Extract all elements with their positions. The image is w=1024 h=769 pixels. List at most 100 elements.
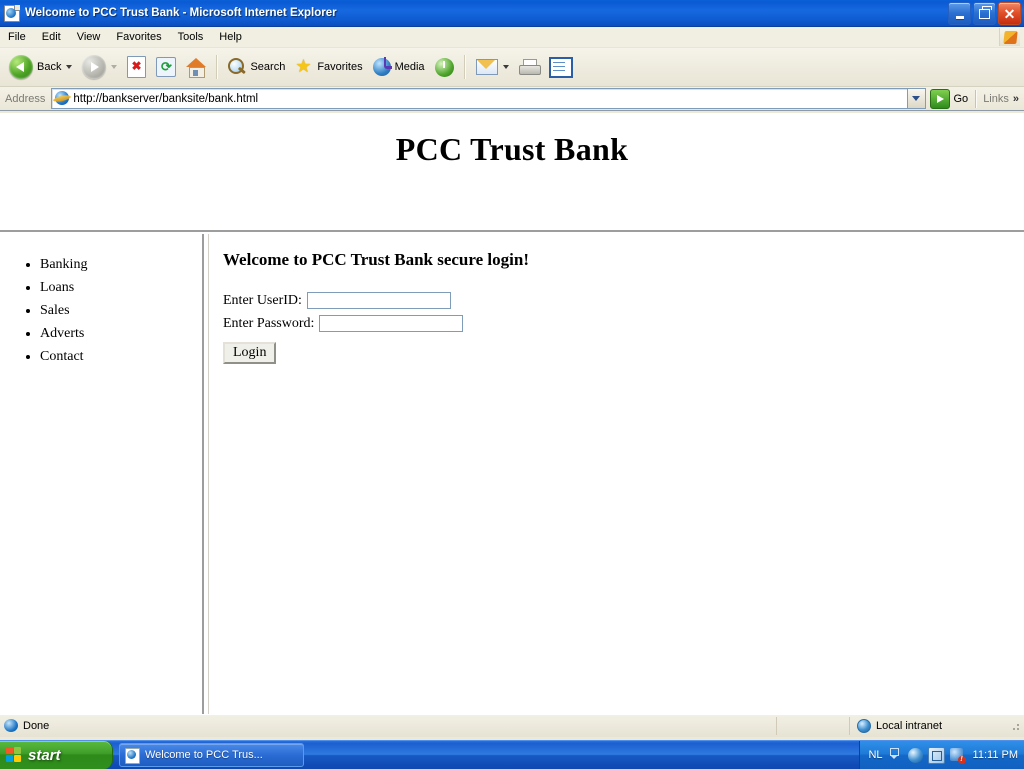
- back-button-label: Back: [37, 61, 62, 73]
- close-button[interactable]: ✕: [998, 2, 1021, 25]
- nav-link-adverts[interactable]: Adverts: [40, 326, 84, 341]
- page-viewport: PCC Trust Bank Banking Loans Sales Adver…: [0, 113, 1024, 714]
- start-button-label: start: [28, 746, 61, 764]
- history-button[interactable]: [430, 50, 459, 84]
- ie-document-icon: [4, 5, 20, 22]
- taskbar-clock[interactable]: 11:11 PM: [973, 749, 1018, 761]
- media-button-label: Media: [394, 61, 425, 73]
- nav-link-loans[interactable]: Loans: [40, 280, 74, 295]
- language-code: NL: [868, 749, 883, 761]
- address-url-text: http://bankserver/banksite/bank.html: [73, 92, 259, 105]
- home-icon: [186, 58, 207, 78]
- system-tray: NL ! 11:11 PM: [859, 741, 1024, 769]
- back-arrow-icon: [9, 55, 33, 79]
- print-icon: [518, 59, 541, 75]
- menu-item-file[interactable]: File: [0, 29, 34, 45]
- banner-frame: PCC Trust Bank: [0, 113, 1024, 232]
- back-button[interactable]: Back: [4, 50, 77, 84]
- edit-button[interactable]: [544, 50, 578, 84]
- navigation-toolbar: Back ✖ ⟳ Search ★ Favorites Media: [0, 48, 1024, 87]
- nav-item-sales[interactable]: Sales: [40, 302, 202, 321]
- favorites-button[interactable]: ★ Favorites: [290, 50, 367, 84]
- minimize-icon: [955, 15, 964, 19]
- ie-favicon: [54, 91, 70, 106]
- nav-link-contact[interactable]: Contact: [40, 349, 84, 364]
- search-button[interactable]: Search: [223, 50, 290, 84]
- main-content-frame: Welcome to PCC Trust Bank secure login! …: [208, 234, 1024, 714]
- menu-item-help[interactable]: Help: [211, 29, 250, 45]
- submit-row: Login: [223, 338, 1024, 364]
- refresh-icon: ⟳: [156, 57, 177, 77]
- nav-list: Banking Loans Sales Adverts Contact: [0, 234, 202, 366]
- links-label[interactable]: Links: [977, 93, 1013, 105]
- taskbar-item-ie[interactable]: Welcome to PCC Trus...: [119, 743, 304, 767]
- title-bar: Welcome to PCC Trust Bank - Microsoft In…: [0, 0, 1024, 27]
- ie-document-icon: [4, 719, 19, 733]
- mail-button[interactable]: [471, 50, 514, 84]
- forward-dropdown-icon: [111, 65, 118, 69]
- windows-flag-icon: [999, 28, 1020, 46]
- window-title: Welcome to PCC Trust Bank - Microsoft In…: [25, 7, 337, 19]
- login-button[interactable]: Login: [223, 342, 277, 364]
- status-text-pane: Done: [0, 717, 777, 735]
- nav-item-contact[interactable]: Contact: [40, 348, 202, 367]
- address-bar: Address http://bankserver/banksite/bank.…: [0, 87, 1024, 111]
- home-button[interactable]: [181, 50, 211, 84]
- start-button[interactable]: start: [0, 741, 113, 769]
- history-icon: [434, 57, 454, 77]
- stop-button[interactable]: ✖: [122, 50, 151, 84]
- links-chevron-icon[interactable]: »: [1013, 93, 1024, 105]
- go-button[interactable]: Go: [926, 88, 976, 109]
- userid-input[interactable]: [306, 292, 451, 309]
- back-dropdown-icon[interactable]: [66, 65, 73, 69]
- mail-dropdown-icon[interactable]: [502, 65, 509, 69]
- nav-link-banking[interactable]: Banking: [40, 257, 87, 272]
- star-icon: ★: [295, 56, 312, 76]
- password-row: Enter Password:: [223, 315, 1024, 332]
- refresh-button[interactable]: ⟳: [151, 50, 181, 84]
- security-zone-pane[interactable]: Local intranet: [850, 717, 1024, 735]
- print-button[interactable]: [514, 50, 544, 84]
- menu-item-favorites[interactable]: Favorites: [108, 29, 169, 45]
- password-input[interactable]: [319, 315, 464, 332]
- media-player-icon[interactable]: [907, 747, 923, 763]
- taskbar-item-label: Welcome to PCC Trus...: [145, 749, 263, 761]
- favorites-button-label: Favorites: [317, 61, 363, 73]
- security-alert-icon[interactable]: !: [949, 747, 966, 764]
- nav-item-adverts[interactable]: Adverts: [40, 325, 202, 344]
- address-dropdown-button[interactable]: [907, 88, 926, 109]
- forward-arrow-icon: [82, 55, 107, 79]
- menu-item-tools[interactable]: Tools: [170, 29, 212, 45]
- status-progress-pane: [777, 717, 850, 735]
- maximize-icon: [979, 5, 992, 19]
- minimize-button[interactable]: [948, 2, 971, 25]
- nav-link-sales[interactable]: Sales: [40, 303, 70, 318]
- forward-button[interactable]: [77, 50, 122, 84]
- taskbar: start Welcome to PCC Trus... NL ! 11:11 …: [0, 740, 1024, 769]
- menu-item-view[interactable]: View: [69, 29, 109, 45]
- password-label: Enter Password:: [223, 315, 315, 331]
- go-button-label: Go: [953, 92, 969, 105]
- navigation-frame: Banking Loans Sales Adverts Contact: [0, 234, 204, 714]
- menu-item-edit[interactable]: Edit: [34, 29, 69, 45]
- maximize-button[interactable]: [973, 2, 996, 25]
- menu-bar: File Edit View Favorites Tools Help: [0, 27, 1024, 48]
- nav-item-loans[interactable]: Loans: [40, 279, 202, 298]
- resize-grip[interactable]: [1008, 719, 1022, 733]
- page-title: PCC Trust Bank: [395, 131, 629, 167]
- edit-page-icon: [548, 56, 573, 78]
- status-bar: Done Local intranet: [0, 714, 1024, 737]
- language-indicator[interactable]: NL: [868, 748, 899, 762]
- network-icon[interactable]: [927, 746, 945, 764]
- window-controls: ✕: [948, 2, 1021, 25]
- toolbar-separator-2: [463, 55, 466, 79]
- ie-window: Welcome to PCC Trust Bank - Microsoft In…: [0, 0, 1024, 769]
- media-button[interactable]: Media: [368, 50, 430, 84]
- chevron-down-icon: [912, 96, 920, 101]
- toolbar-separator: [216, 55, 219, 79]
- userid-label: Enter UserID:: [223, 292, 302, 308]
- nav-item-banking[interactable]: Banking: [40, 256, 202, 275]
- login-heading: Welcome to PCC Trust Bank secure login!: [223, 250, 529, 269]
- userid-row: Enter UserID:: [223, 292, 1024, 309]
- address-input[interactable]: http://bankserver/banksite/bank.html: [51, 88, 908, 109]
